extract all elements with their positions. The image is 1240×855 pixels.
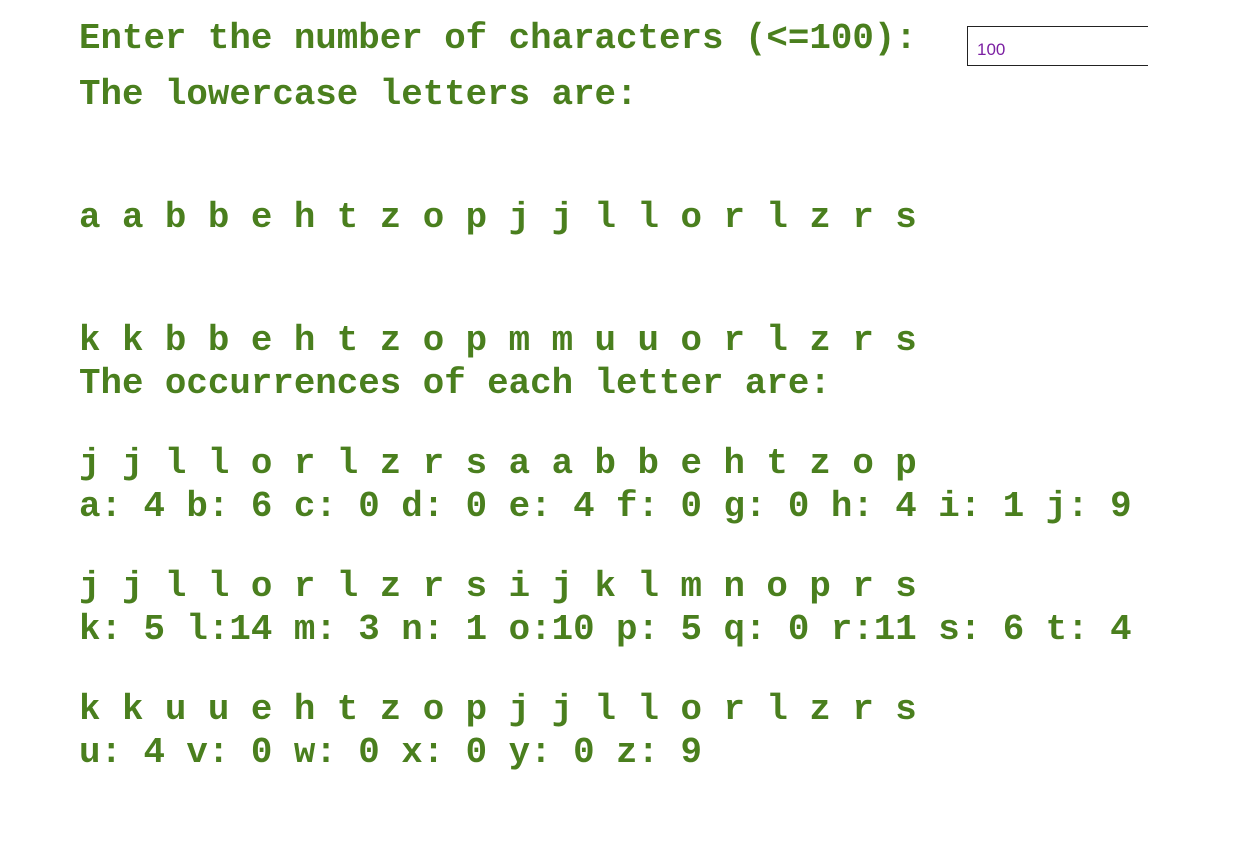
occurrences-heading: The occurrences of each letter are: [79, 363, 831, 404]
lowercase-letters-heading: The lowercase letters are: [79, 74, 638, 115]
occurrences-row: a: 4 b: 6 c: 0 d: 0 e: 4 f: 0 g: 0 h: 4 … [79, 486, 1132, 527]
occurrences-row: k: 5 l:14 m: 3 n: 1 o:10 p: 5 q: 0 r:11 … [79, 609, 1132, 650]
letters-row: a a b b e h t z o p j j l l o r l z r s [79, 197, 917, 238]
occurrences-row: u: 4 v: 0 w: 0 x: 0 y: 0 z: 9 [79, 732, 702, 773]
character-count-input[interactable] [967, 26, 1148, 66]
occurrences-list: a: 4 b: 6 c: 0 d: 0 e: 4 f: 0 g: 0 h: 4 … [79, 404, 1132, 855]
letters-row: k k b b e h t z o p m m u u o r l z r s [79, 320, 917, 361]
